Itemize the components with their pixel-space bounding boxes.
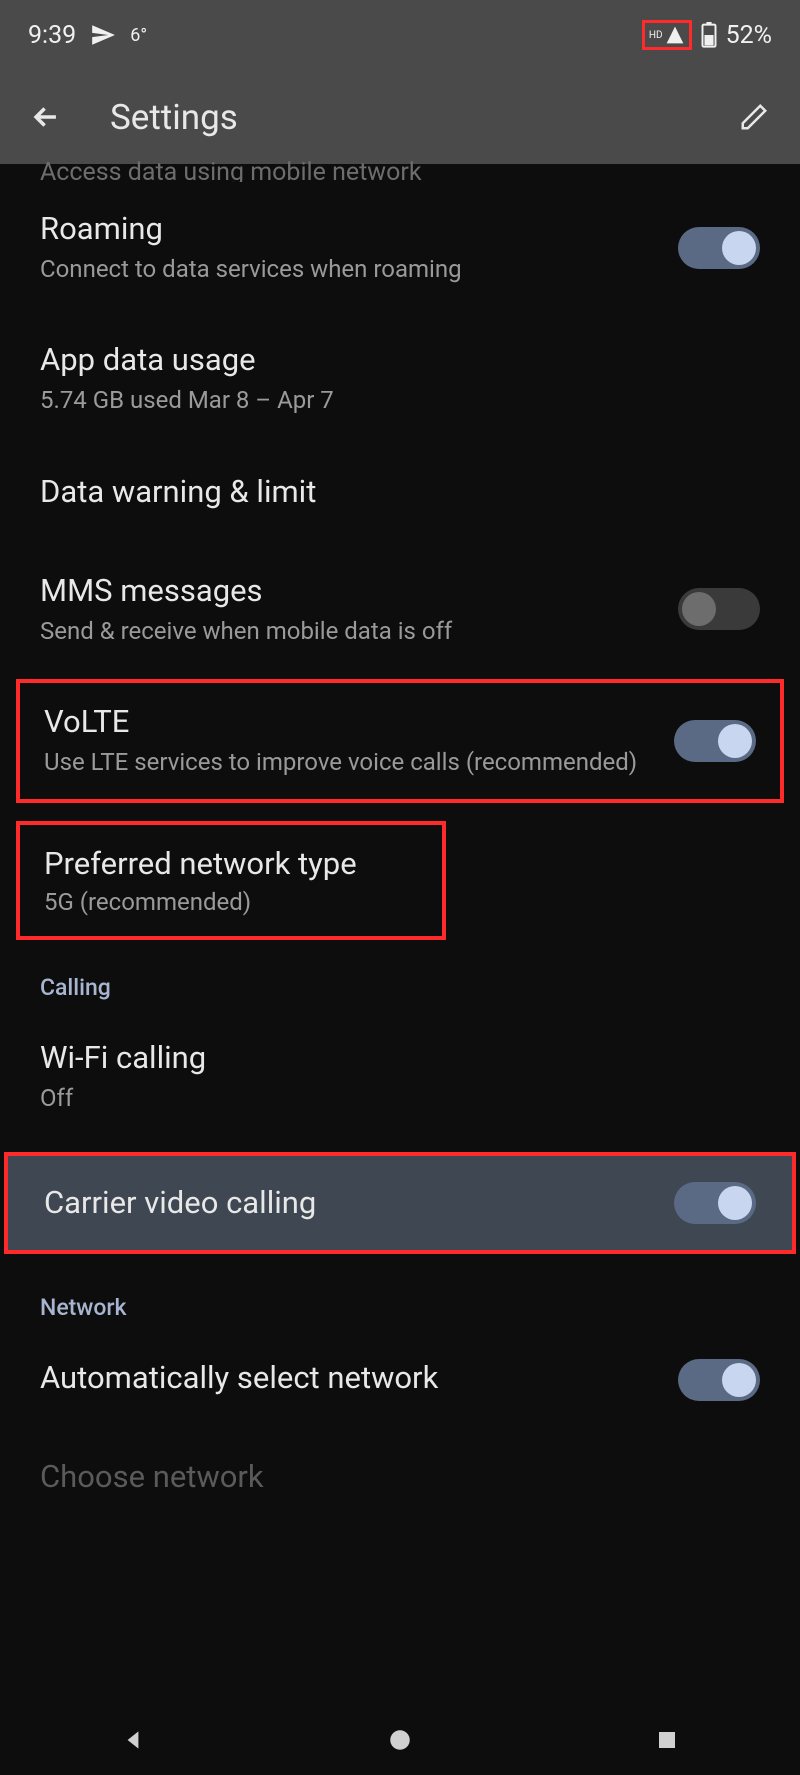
hd-icon: HD: [649, 30, 663, 41]
cut-text: Access data using mobile network: [40, 158, 422, 182]
auto-select-network-item[interactable]: Automatically select network: [0, 1331, 800, 1430]
nav-home-icon: [387, 1727, 413, 1753]
roaming-title: Roaming: [40, 210, 658, 247]
nav-back-button[interactable]: [83, 1727, 183, 1753]
auto-select-title: Automatically select network: [40, 1359, 658, 1396]
nav-home-button[interactable]: [350, 1727, 450, 1753]
status-temp: 6°: [130, 25, 147, 46]
roaming-sub: Connect to data services when roaming: [40, 253, 658, 285]
roaming-item[interactable]: Roaming Connect to data services when ro…: [0, 182, 800, 313]
telegram-icon: [90, 22, 116, 48]
network-section-header: Network: [0, 1264, 800, 1331]
mms-toggle[interactable]: [678, 588, 760, 630]
nav-back-icon: [120, 1727, 146, 1753]
volte-sub: Use LTE services to improve voice calls …: [44, 746, 654, 778]
back-arrow-icon: [29, 100, 63, 134]
carrier-video-title: Carrier video calling: [44, 1184, 654, 1221]
data-warning-item[interactable]: Data warning & limit: [0, 445, 800, 544]
cut-off-item: Access data using mobile network: [0, 158, 800, 182]
edit-button[interactable]: [730, 93, 778, 141]
wifi-calling-item[interactable]: Wi-Fi calling Off: [0, 1011, 800, 1142]
preferred-network-item[interactable]: Preferred network type 5G (recommended): [16, 821, 446, 940]
page-title: Settings: [110, 97, 730, 138]
roaming-toggle[interactable]: [678, 227, 760, 269]
mms-sub: Send & receive when mobile data is off: [40, 615, 658, 647]
pencil-icon: [739, 102, 769, 132]
status-time: 9:39: [28, 21, 76, 50]
app-data-usage-item[interactable]: App data usage 5.74 GB used Mar 8 – Apr …: [0, 313, 800, 444]
battery-icon: [700, 22, 718, 48]
wifi-calling-title: Wi-Fi calling: [40, 1039, 760, 1076]
choose-network-item: Choose network: [0, 1430, 800, 1529]
navigation-bar: [0, 1705, 800, 1775]
signal-icon: [665, 25, 685, 45]
wifi-calling-sub: Off: [40, 1082, 760, 1114]
volte-title: VoLTE: [44, 703, 654, 740]
app-data-title: App data usage: [40, 341, 760, 378]
preferred-network-sub: 5G (recommended): [44, 888, 418, 916]
back-button[interactable]: [22, 93, 70, 141]
app-bar: Settings: [0, 70, 800, 164]
mms-item[interactable]: MMS messages Send & receive when mobile …: [0, 544, 800, 675]
calling-section-header: Calling: [0, 944, 800, 1011]
settings-content[interactable]: Access data using mobile network Roaming…: [0, 158, 800, 1529]
carrier-video-calling-item[interactable]: Carrier video calling: [4, 1152, 796, 1254]
nav-recents-icon: [655, 1728, 679, 1752]
choose-network-title: Choose network: [40, 1458, 760, 1495]
signal-hd-highlight: HD: [642, 20, 692, 50]
data-warning-title: Data warning & limit: [40, 473, 760, 510]
volte-item[interactable]: VoLTE Use LTE services to improve voice …: [16, 679, 784, 802]
mms-title: MMS messages: [40, 572, 658, 609]
auto-select-toggle[interactable]: [678, 1359, 760, 1401]
app-data-sub: 5.74 GB used Mar 8 – Apr 7: [40, 384, 760, 416]
preferred-network-title: Preferred network type: [44, 845, 418, 882]
status-bar: 9:39 6° HD 52%: [0, 0, 800, 70]
carrier-video-toggle[interactable]: [674, 1182, 756, 1224]
nav-recents-button[interactable]: [617, 1728, 717, 1752]
volte-toggle[interactable]: [674, 720, 756, 762]
status-battery: 52%: [726, 21, 772, 50]
